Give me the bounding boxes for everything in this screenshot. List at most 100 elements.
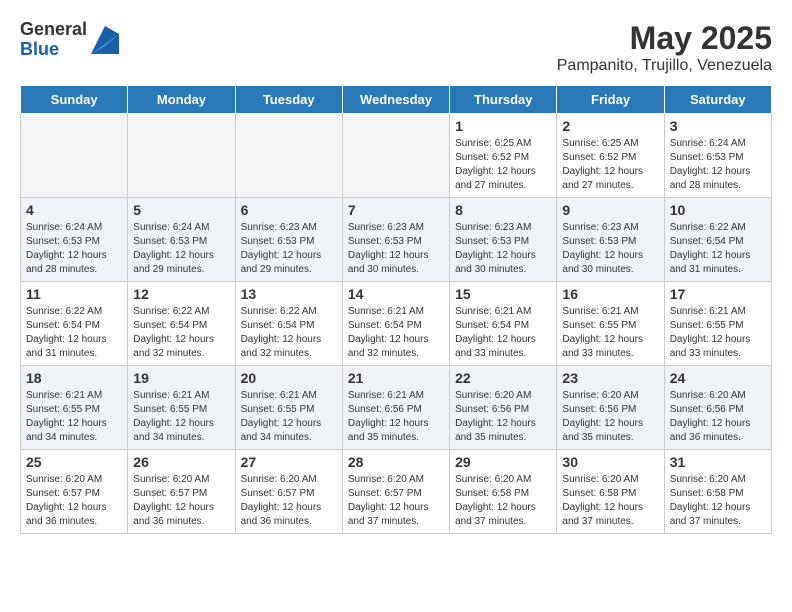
day-number: 28 [348,454,444,470]
week-row-4: 18Sunrise: 6:21 AMSunset: 6:55 PMDayligh… [21,366,772,450]
day-number: 16 [562,286,658,302]
day-number: 1 [455,118,551,134]
day-cell-17: 17 Sunrise: 6:21 AMSunset: 6:55 PMDayligh… [664,282,771,366]
empty-cell [235,114,342,198]
day-number: 8 [455,202,551,218]
cell-sun-info: Sunrise: 6:20 AMSunset: 6:57 PMDaylight:… [241,473,337,529]
day-cell-22: 22Sunrise: 6:20 AMSunset: 6:56 PMDayligh… [450,366,557,450]
week-row-5: 25 Sunrise: 6:20 AMSunset: 6:57 PMDayligh… [21,450,772,534]
week-row-2: 4Sunrise: 6:24 AMSunset: 6:53 PMDaylight… [21,198,772,282]
day-cell-10: 10 Sunrise: 6:22 AMSunset: 6:54 PMDayligh… [664,198,771,282]
day-number: 4 [26,202,122,218]
cell-sun-info: Sunrise: 6:23 AMSunset: 6:53 PMDaylight:… [455,221,551,277]
day-number: 9 [562,202,658,218]
day-cell-14: 14 Sunrise: 6:21 AMSunset: 6:54 PMDayligh… [342,282,449,366]
day-number: 17 [670,286,766,302]
day-cell-6: 6 Sunrise: 6:23 AMSunset: 6:53 PMDaylight… [235,198,342,282]
day-header-sunday: Sunday [21,86,128,114]
day-header-saturday: Saturday [664,86,771,114]
day-cell-27: 27 Sunrise: 6:20 AMSunset: 6:57 PMDayligh… [235,450,342,534]
day-number: 31 [670,454,766,470]
day-cell-24: 24Sunrise: 6:20 AMSunset: 6:56 PMDayligh… [664,366,771,450]
day-cell-13: 13 Sunrise: 6:22 AMSunset: 6:54 PMDayligh… [235,282,342,366]
day-cell-29: 29 Sunrise: 6:20 AMSunset: 6:58 PMDayligh… [450,450,557,534]
location-subtitle: Pampanito, Trujillo, Venezuela [557,57,772,75]
cell-sun-info: Sunrise: 6:21 AMSunset: 6:55 PMDaylight:… [133,389,229,445]
day-number: 24 [670,370,766,386]
cell-sun-info: Sunrise: 6:22 AMSunset: 6:54 PMDaylight:… [241,305,337,361]
cell-sun-info: Sunrise: 6:21 AMSunset: 6:56 PMDaylight:… [348,389,444,445]
day-number: 11 [26,286,122,302]
day-number: 14 [348,286,444,302]
cell-sun-info: Sunrise: 6:20 AMSunset: 6:57 PMDaylight:… [348,473,444,529]
cell-sun-info: Sunrise: 6:25 AMSunset: 6:52 PMDaylight:… [562,137,658,193]
day-header-wednesday: Wednesday [342,86,449,114]
day-cell-28: 28 Sunrise: 6:20 AMSunset: 6:57 PMDayligh… [342,450,449,534]
logo-blue: Blue [20,40,87,60]
cell-sun-info: Sunrise: 6:25 AMSunset: 6:52 PMDaylight:… [455,137,551,193]
cell-sun-info: Sunrise: 6:22 AMSunset: 6:54 PMDaylight:… [670,221,766,277]
day-number: 30 [562,454,658,470]
day-number: 6 [241,202,337,218]
day-number: 21 [348,370,444,386]
day-number: 20 [241,370,337,386]
empty-cell [128,114,235,198]
day-cell-12: 12 Sunrise: 6:22 AMSunset: 6:54 PMDayligh… [128,282,235,366]
cell-sun-info: Sunrise: 6:21 AMSunset: 6:55 PMDaylight:… [562,305,658,361]
day-number: 15 [455,286,551,302]
day-number: 7 [348,202,444,218]
title-block: May 2025 Pampanito, Trujillo, Venezuela [557,20,772,75]
day-header-monday: Monday [128,86,235,114]
cell-sun-info: Sunrise: 6:20 AMSunset: 6:58 PMDaylight:… [670,473,766,529]
cell-sun-info: Sunrise: 6:21 AMSunset: 6:54 PMDaylight:… [455,305,551,361]
day-cell-19: 19Sunrise: 6:21 AMSunset: 6:55 PMDayligh… [128,366,235,450]
day-cell-4: 4Sunrise: 6:24 AMSunset: 6:53 PMDaylight… [21,198,128,282]
day-cell-20: 20 Sunrise: 6:21 AMSunset: 6:55 PMDayligh… [235,366,342,450]
day-cell-7: 7 Sunrise: 6:23 AMSunset: 6:53 PMDaylight… [342,198,449,282]
cell-sun-info: Sunrise: 6:20 AMSunset: 6:58 PMDaylight:… [562,473,658,529]
day-number: 2 [562,118,658,134]
day-number: 29 [455,454,551,470]
day-number: 3 [670,118,766,134]
cell-sun-info: Sunrise: 6:23 AMSunset: 6:53 PMDaylight:… [348,221,444,277]
day-number: 27 [241,454,337,470]
day-header-tuesday: Tuesday [235,86,342,114]
day-cell-31: 31 Sunrise: 6:20 AMSunset: 6:58 PMDayligh… [664,450,771,534]
cell-sun-info: Sunrise: 6:21 AMSunset: 6:55 PMDaylight:… [241,389,337,445]
day-cell-3: 3Sunrise: 6:24 AMSunset: 6:53 PMDaylight… [664,114,771,198]
day-number: 12 [133,286,229,302]
week-row-3: 11 Sunrise: 6:22 AMSunset: 6:54 PMDayligh… [21,282,772,366]
cell-sun-info: Sunrise: 6:22 AMSunset: 6:54 PMDaylight:… [133,305,229,361]
day-number: 22 [455,370,551,386]
day-number: 10 [670,202,766,218]
cell-sun-info: Sunrise: 6:23 AMSunset: 6:53 PMDaylight:… [241,221,337,277]
week-row-1: 1 Sunrise: 6:25 AMSunset: 6:52 PMDaylight… [21,114,772,198]
cell-sun-info: Sunrise: 6:20 AMSunset: 6:57 PMDaylight:… [133,473,229,529]
day-number: 13 [241,286,337,302]
cell-sun-info: Sunrise: 6:23 AMSunset: 6:53 PMDaylight:… [562,221,658,277]
day-cell-26: 26 Sunrise: 6:20 AMSunset: 6:57 PMDayligh… [128,450,235,534]
calendar-table: SundayMondayTuesdayWednesdayThursdayFrid… [20,85,772,534]
cell-sun-info: Sunrise: 6:20 AMSunset: 6:58 PMDaylight:… [455,473,551,529]
month-year-title: May 2025 [557,20,772,57]
cell-sun-info: Sunrise: 6:21 AMSunset: 6:54 PMDaylight:… [348,305,444,361]
cell-sun-info: Sunrise: 6:20 AMSunset: 6:57 PMDaylight:… [26,473,122,529]
day-cell-11: 11 Sunrise: 6:22 AMSunset: 6:54 PMDayligh… [21,282,128,366]
cell-sun-info: Sunrise: 6:21 AMSunset: 6:55 PMDaylight:… [670,305,766,361]
logo-general: General [20,20,87,40]
page-header: General Blue May 2025 Pampanito, Trujill… [20,20,772,75]
day-cell-9: 9 Sunrise: 6:23 AMSunset: 6:53 PMDaylight… [557,198,664,282]
day-header-friday: Friday [557,86,664,114]
day-number: 25 [26,454,122,470]
cell-sun-info: Sunrise: 6:20 AMSunset: 6:56 PMDaylight:… [562,389,658,445]
day-cell-23: 23Sunrise: 6:20 AMSunset: 6:56 PMDayligh… [557,366,664,450]
day-cell-8: 8 Sunrise: 6:23 AMSunset: 6:53 PMDaylight… [450,198,557,282]
cell-sun-info: Sunrise: 6:22 AMSunset: 6:54 PMDaylight:… [26,305,122,361]
day-number: 5 [133,202,229,218]
day-cell-1: 1 Sunrise: 6:25 AMSunset: 6:52 PMDaylight… [450,114,557,198]
day-cell-21: 21 Sunrise: 6:21 AMSunset: 6:56 PMDayligh… [342,366,449,450]
day-number: 26 [133,454,229,470]
logo: General Blue [20,20,119,60]
empty-cell [21,114,128,198]
day-cell-15: 15 Sunrise: 6:21 AMSunset: 6:54 PMDayligh… [450,282,557,366]
